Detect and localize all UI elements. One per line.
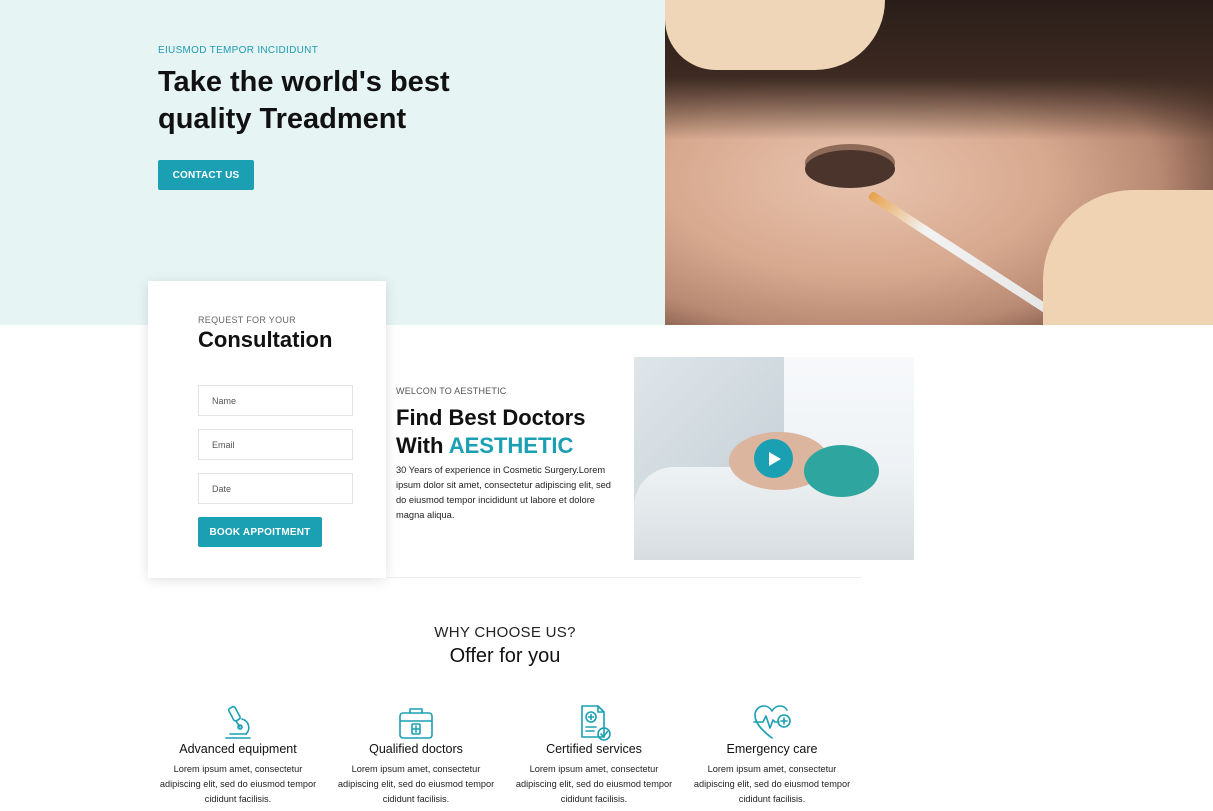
why-subtitle: WHY CHOOSE US? xyxy=(434,624,576,641)
date-field[interactable] xyxy=(198,473,353,504)
hero-image-hand xyxy=(1043,190,1213,325)
feature-advanced-equipment: Advanced equipment Lorem ipsum amet, con… xyxy=(158,703,318,807)
hero-image-eye xyxy=(805,150,895,188)
consultation-subtitle: REQUEST FOR YOUR xyxy=(198,315,296,325)
feature-description: Lorem ipsum amet, consectetur adipiscing… xyxy=(693,764,851,804)
feature-description: Lorem ipsum amet, consectetur adipiscing… xyxy=(515,764,673,804)
play-icon xyxy=(769,451,781,466)
heart-pulse-icon xyxy=(753,705,791,739)
hero-image xyxy=(665,0,1213,325)
consultation-form-card: REQUEST FOR YOUR Consultation BOOK APPOI… xyxy=(148,281,386,578)
feature-title: Certified services xyxy=(546,742,642,756)
welcome-title: Find Best Doctors With AESTHETIC xyxy=(396,404,636,460)
hero-eyebrow: EIUSMOD TEMPOR INCIDIDUNT xyxy=(158,45,319,56)
feature-qualified-doctors: Qualified doctors Lorem ipsum amet, cons… xyxy=(336,703,496,807)
hero-section: EIUSMOD TEMPOR INCIDIDUNT Take the world… xyxy=(0,0,1213,325)
book-appointment-button[interactable]: BOOK APPOITMENT xyxy=(198,517,322,547)
why-title: Offer for you xyxy=(449,645,561,667)
certificate-icon xyxy=(581,705,611,741)
consultation-title: Consultation xyxy=(198,327,333,352)
welcome-title-accent: AESTHETIC xyxy=(448,433,574,458)
feature-description: Lorem ipsum amet, consectetur adipiscing… xyxy=(159,764,317,804)
play-button[interactable] xyxy=(754,439,793,478)
welcome-text: 30 Years of experience in Cosmetic Surge… xyxy=(396,465,611,520)
microscope-icon xyxy=(225,705,251,739)
email-field[interactable] xyxy=(198,429,353,460)
feature-emergency-care: Emergency care Lorem ipsum amet, consect… xyxy=(692,703,852,807)
welcome-subtitle: WELCON TO AESTHETIC xyxy=(396,386,507,396)
video-patient-cap xyxy=(804,445,879,497)
medical-kit-icon xyxy=(399,708,433,739)
feature-title: Qualified doctors xyxy=(369,742,463,756)
contact-us-button[interactable]: CONTACT US xyxy=(158,160,254,190)
name-field[interactable] xyxy=(198,385,353,416)
feature-title: Emergency care xyxy=(726,742,818,756)
feature-title: Advanced equipment xyxy=(179,742,297,756)
section-divider xyxy=(386,577,862,578)
feature-description: Lorem ipsum amet, consectetur adipiscing… xyxy=(337,764,495,804)
video-thumbnail[interactable] xyxy=(634,357,914,560)
feature-certified-services: Certified services Lorem ipsum amet, con… xyxy=(514,703,674,807)
hero-title: Take the world's best quality Treadment xyxy=(158,66,450,135)
